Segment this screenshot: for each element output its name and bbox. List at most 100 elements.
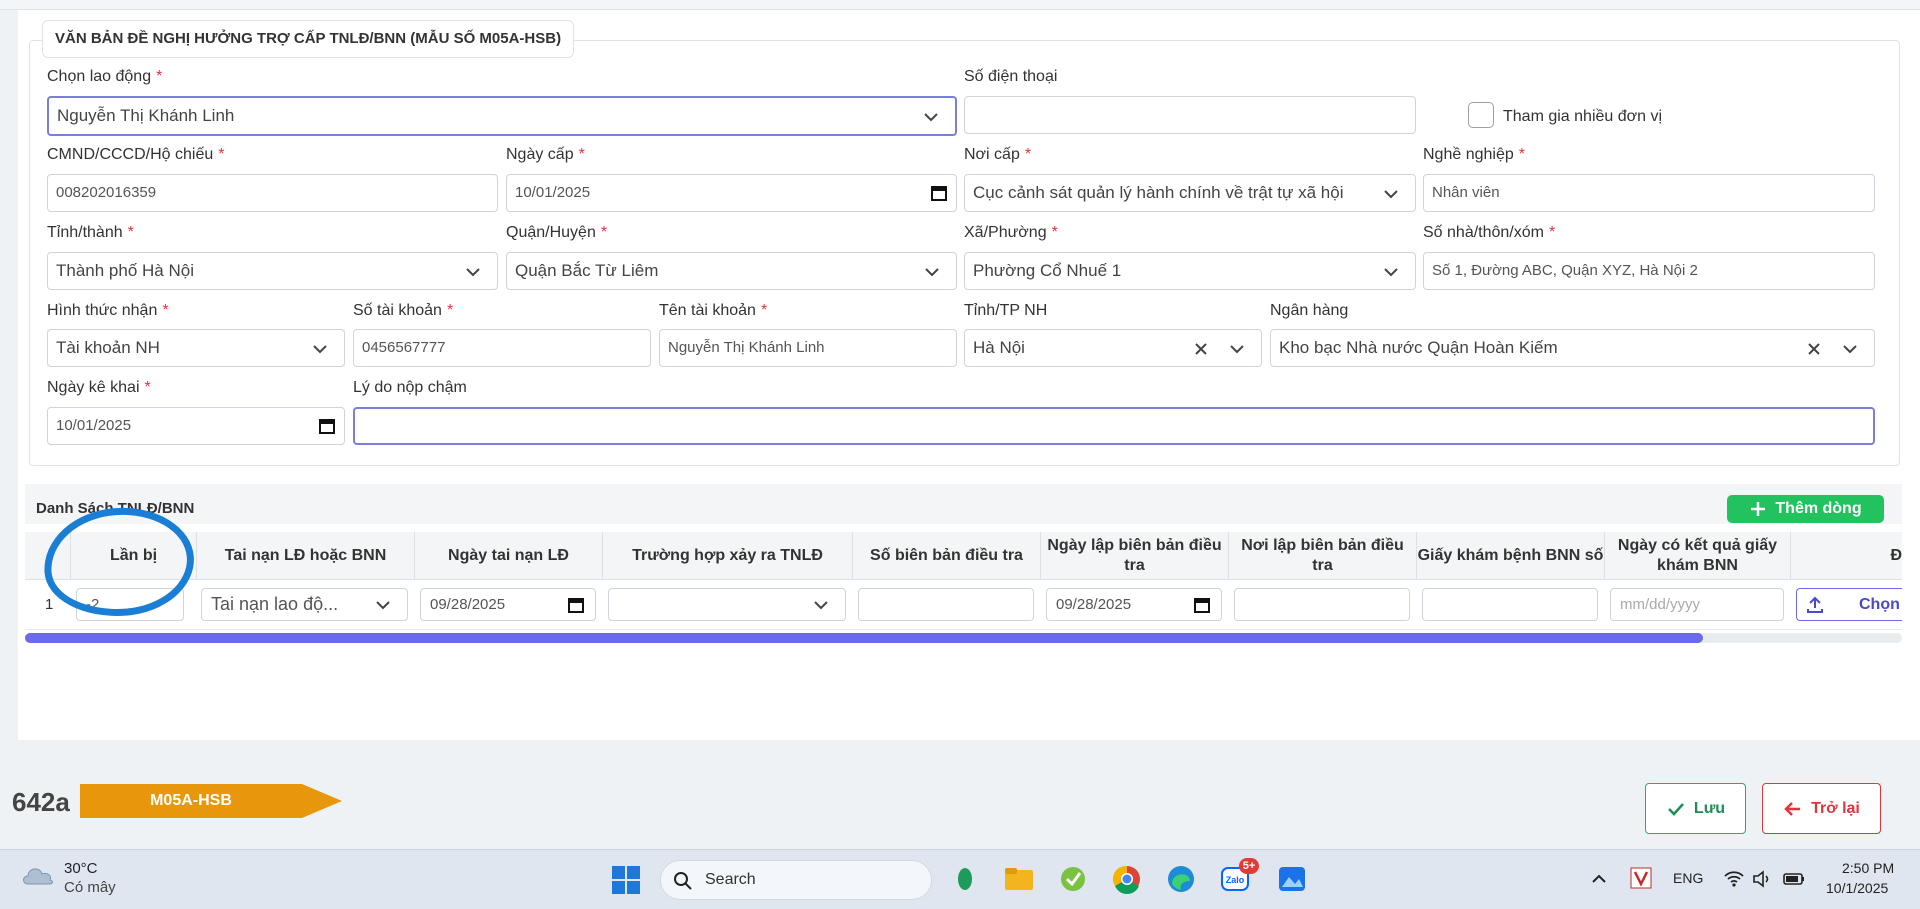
exam-date-input[interactable]: mm/dd/yyyy [1610,588,1784,621]
add-row-label: Thêm dòng [1775,500,1862,517]
declare-date-input[interactable]: 10/01/2025 [47,407,345,445]
back-button[interactable]: Trở lại [1762,783,1881,834]
col-report-place: Nơi lập biên bản điều tra [1228,532,1416,580]
back-label: Trở lại [1811,799,1860,817]
app-leaf-icon[interactable] [948,862,982,896]
account-no-label: Số tài khoản * [353,302,454,319]
row-index: 1 [45,596,54,613]
late-reason-input[interactable] [353,407,1875,445]
bank-province-label: Tỉnh/TP NH [964,302,1048,319]
chevron-down-icon [1384,190,1398,199]
search-icon [674,872,692,890]
receive-select[interactable]: Tài khoản NH [47,329,345,367]
edge-icon[interactable] [1164,862,1198,896]
check-icon [1668,802,1684,816]
grid-header-bar [25,484,1902,524]
clock-time[interactable]: 2:50 PM [1842,860,1894,876]
phone-label: Số điện thoại [964,68,1058,85]
bank-select[interactable]: Kho bạc Nhà nước Quận Hoàn Kiếm [1270,329,1875,367]
ward-select[interactable]: Phường Cổ Nhuế 1 [964,252,1416,290]
account-name-label: Tên tài khoản * [659,302,768,319]
address-label: Số nhà/thôn/xóm * [1423,224,1556,241]
col-report-date: Ngày lập biên bản điều tra [1040,532,1228,580]
phone-input[interactable] [964,96,1416,134]
taskbar-search[interactable]: Search [660,860,932,900]
district-select[interactable]: Quận Bắc Từ Liêm [506,252,957,290]
form-legend: VĂN BẢN ĐỀ NGHỊ HƯỞNG TRỢ CẤP TNLĐ/BNN (… [42,20,575,58]
issue-date-input[interactable]: 10/01/2025 [506,174,957,212]
upload-icon [1807,596,1823,613]
report-place-input[interactable] [1234,588,1410,621]
receive-label: Hình thức nhận * [47,302,169,319]
col-type: Tai nạn LĐ hoặc BNN [196,532,414,580]
weather-desc: Có mây [64,879,116,896]
worker-select[interactable]: Nguyễn Thị Khánh Linh [47,96,957,136]
account-name-input[interactable]: Nguyễn Thị Khánh Linh [659,329,957,367]
bank-province-select[interactable]: Hà Nội [964,329,1262,367]
clear-icon[interactable] [1804,339,1824,359]
col-case: Trường hợp xảy ra TNLĐ [602,532,852,580]
issue-place-select[interactable]: Cục cảnh sát quản lý hành chính về trật … [964,174,1416,212]
chevron-down-icon [313,345,327,354]
issue-date-label: Ngày cấp * [506,146,585,163]
add-row-button[interactable]: Thêm dòng [1727,495,1884,523]
clear-icon[interactable] [1191,339,1211,359]
calendar-icon[interactable] [318,417,336,435]
horizontal-scrollbar-thumb[interactable] [25,633,1703,643]
chevron-down-icon [925,268,939,277]
cloud-icon[interactable] [20,862,56,888]
worker-label: Chọn lao động * [47,68,163,85]
calendar-icon[interactable] [930,184,948,202]
col-accident-date: Ngày tai nạn LĐ [414,532,602,580]
windows-start-icon[interactable] [611,865,641,895]
col-report-no: Số biên bản điều tra [852,532,1040,580]
chevron-up-icon[interactable] [1590,870,1608,888]
case-select[interactable] [608,588,846,621]
chevron-down-icon [814,601,828,610]
type-select[interactable]: Tai nạn lao độ... [201,588,408,621]
app-green-icon[interactable] [1056,862,1090,896]
accident-date-input[interactable]: 09/28/2025 [420,588,596,621]
province-label: Tỉnh/thành * [47,224,134,241]
job-input[interactable]: Nhân viên [1423,174,1875,212]
volume-icon[interactable] [1752,869,1774,889]
report-no-input[interactable] [858,588,1034,621]
upload-button[interactable]: Chọn [1796,588,1902,621]
declare-date-label: Ngày kê khai * [47,379,151,396]
district-label: Quận/Huyện * [506,224,608,241]
svg-text:Zalo: Zalo [1226,875,1245,885]
exam-no-input[interactable] [1422,588,1598,621]
issue-place-label: Nơi cấp * [964,146,1032,163]
chrome-icon[interactable] [1110,862,1144,896]
report-date-input[interactable]: 09/28/2025 [1046,588,1222,621]
chevron-down-icon [376,601,390,610]
zalo-badge: 5+ [1239,858,1259,874]
ward-label: Xã/Phường * [964,224,1058,241]
file-explorer-icon[interactable] [1002,862,1036,896]
save-button[interactable]: Lưu [1645,783,1746,834]
language-indicator[interactable]: ENG [1673,870,1703,886]
calendar-icon[interactable] [1193,596,1211,614]
col-exam-no: Giấy khám bệnh BNN số [1416,532,1604,580]
province-select[interactable]: Thành phố Hà Nội [47,252,498,290]
chevron-down-icon [1843,345,1857,354]
arrow-left-icon [1784,801,1801,816]
account-no-input[interactable]: 0456567777 [353,329,651,367]
address-input[interactable]: Số 1, Đường ABC, Quận XYZ, Hà Nội 2 [1423,252,1875,290]
id-label: CMND/CCCD/Hộ chiếu * [47,146,225,163]
photos-icon[interactable] [1275,862,1309,896]
clock-date[interactable]: 10/1/2025 [1826,880,1888,896]
multi-unit-label: Tham gia nhiều đơn vị [1503,108,1663,125]
battery-icon[interactable] [1782,869,1806,889]
vietkey-icon[interactable] [1630,867,1652,889]
calendar-icon[interactable] [567,596,585,614]
multi-unit-checkbox[interactable] [1468,102,1494,128]
late-reason-label: Lý do nộp chậm [353,379,467,396]
chevron-down-icon [1230,345,1244,354]
chevron-down-icon [466,268,480,277]
form-code: 642a [12,787,70,817]
id-input[interactable]: 008202016359 [47,174,498,212]
chevron-down-icon [924,113,938,122]
bank-label: Ngân hàng [1270,302,1349,319]
wifi-icon[interactable] [1723,869,1745,889]
